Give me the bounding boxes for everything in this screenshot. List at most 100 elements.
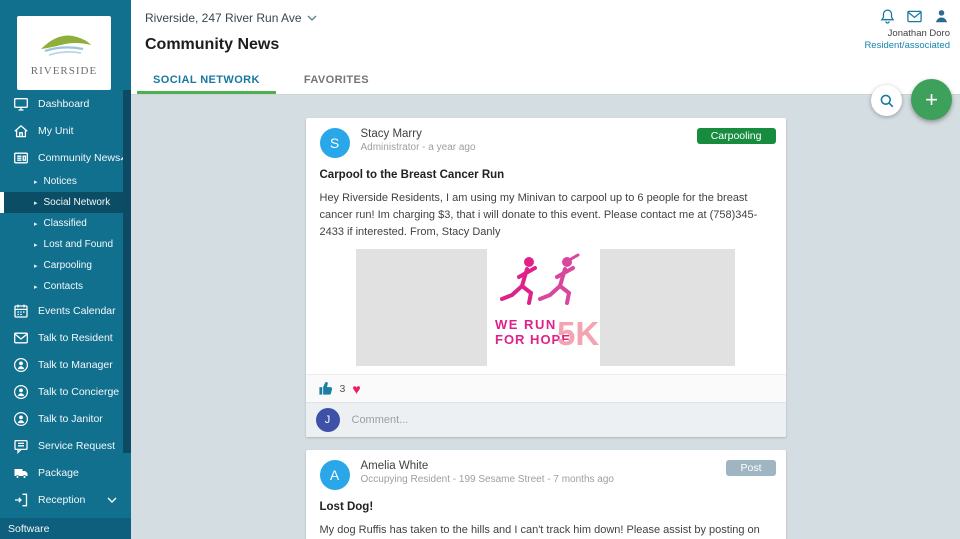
main-area: Riverside, 247 River Run Ave Community N… xyxy=(131,0,960,539)
add-post-button[interactable]: + xyxy=(911,79,952,120)
posts-feed: S Stacy Marry Administrator - a year ago… xyxy=(305,118,786,539)
sidebar-subitem-classified[interactable]: ▸ Classified xyxy=(0,213,131,234)
app-window: RIVERSIDE Dashboard My Unit Community Ne… xyxy=(0,0,960,539)
sidebar-item-service-request[interactable]: Service Request xyxy=(0,432,131,459)
sidebar-subitem-label: Carpooling xyxy=(43,260,92,271)
post-author: Stacy Marry xyxy=(360,128,422,140)
sidebar-item-package[interactable]: Package xyxy=(0,459,131,486)
content-area: S Stacy Marry Administrator - a year ago… xyxy=(131,96,960,539)
sidebar-scrollbar-thumb[interactable] xyxy=(123,90,131,453)
current-user-avatar: J xyxy=(315,408,340,433)
sidebar-item-reception[interactable]: Reception xyxy=(0,486,131,513)
user-cluster: Jonathan Doro Resident/associated xyxy=(864,8,950,51)
user-profile-icon[interactable] xyxy=(933,8,950,25)
riverside-logo[interactable]: RIVERSIDE xyxy=(17,16,111,90)
post-body: My dog Ruffis has taken to the hills and… xyxy=(319,524,760,537)
sidebar-item-label: Talk to Janitor xyxy=(38,412,103,425)
post-reactions: 3 ♥ xyxy=(305,374,786,403)
user-role[interactable]: Resident/associated xyxy=(864,40,950,51)
plus-icon: + xyxy=(925,86,938,112)
avatar[interactable]: A xyxy=(319,460,350,491)
post-title: Carpool to the Breast Cancer Run xyxy=(319,169,505,181)
sidebar-item-label: Talk to Resident xyxy=(38,331,113,344)
sidebar-item-label: My Unit xyxy=(38,124,74,137)
riverside-logo-graphic xyxy=(41,35,91,56)
sidebar-item-label: Service Request xyxy=(38,439,116,452)
post-header: A Amelia White Occupying Resident - 199 … xyxy=(306,450,786,491)
post-image-placeholder xyxy=(600,249,735,367)
post-image-5k-run[interactable]: WE RUN FOR HOPE 5K xyxy=(487,249,600,367)
sidebar-subitem-social-network[interactable]: ▸ Social Network xyxy=(0,192,131,213)
triangle-right-icon: ▸ xyxy=(34,262,38,270)
triangle-right-icon: ▸ xyxy=(34,178,38,186)
person-circle-icon xyxy=(13,357,29,373)
person-circle-icon xyxy=(13,384,29,400)
notifications-bell-icon[interactable] xyxy=(879,8,896,25)
sidebar-menu: Dashboard My Unit Community News ▸ Notic… xyxy=(0,90,131,513)
post-card: A Amelia White Occupying Resident - 199 … xyxy=(305,450,786,539)
triangle-right-icon: ▸ xyxy=(34,241,38,249)
messages-mail-icon[interactable] xyxy=(906,8,923,25)
sidebar-subitem-contacts[interactable]: ▸ Contacts xyxy=(0,276,131,297)
like-count: 3 xyxy=(339,382,346,395)
chat-document-icon xyxy=(13,438,29,454)
post-category-badge: Carpooling xyxy=(696,128,776,144)
sidebar-item-label: Dashboard xyxy=(38,97,90,110)
sidebar-subitem-label: Notices xyxy=(43,176,77,187)
tab-social-network[interactable]: SOCIAL NETWORK xyxy=(131,66,282,94)
comment-bar: J xyxy=(305,402,786,438)
sidebar-subitem-label: Classified xyxy=(43,218,87,229)
sidebar-item-talk-to-concierge[interactable]: Talk to Concierge xyxy=(0,378,131,405)
sidebar: RIVERSIDE Dashboard My Unit Community Ne… xyxy=(0,0,131,539)
triangle-right-icon: ▸ xyxy=(34,283,38,291)
we-run-5k-graphic: WE RUN FOR HOPE 5K xyxy=(495,253,599,352)
property-selector[interactable]: Riverside, 247 River Run Ave xyxy=(145,11,317,25)
sidebar-item-talk-to-resident[interactable]: Talk to Resident xyxy=(0,324,131,351)
logo-text: RIVERSIDE xyxy=(30,65,98,77)
calendar-icon xyxy=(13,303,29,319)
sidebar-subitem-label: Social Network xyxy=(43,197,111,208)
heart-icon[interactable]: ♥ xyxy=(352,382,360,396)
property-selector-label: Riverside, 247 River Run Ave xyxy=(145,11,302,25)
triangle-right-icon: ▸ xyxy=(34,220,38,228)
graphic-5k: 5K xyxy=(557,315,599,352)
page-title: Community News xyxy=(145,36,280,53)
sidebar-subitem-label: Contacts xyxy=(43,281,83,292)
sidebar-subitem-notices[interactable]: ▸ Notices xyxy=(0,171,131,192)
post-meta: Occupying Resident - 199 Sesame Street -… xyxy=(360,474,614,486)
person-circle-icon xyxy=(13,411,29,427)
truck-icon xyxy=(13,465,29,481)
search-icon xyxy=(880,94,893,107)
sidebar-item-dashboard[interactable]: Dashboard xyxy=(0,90,131,117)
search-button[interactable] xyxy=(871,85,902,116)
thumbs-up-icon[interactable] xyxy=(318,381,333,396)
post-title: Lost Dog! xyxy=(319,501,374,514)
sidebar-subitem-lost-and-found[interactable]: ▸ Lost and Found xyxy=(0,234,131,255)
sidebar-subitem-carpooling[interactable]: ▸ Carpooling xyxy=(0,255,131,276)
post-category-badge: Post xyxy=(726,460,776,477)
sidebar-item-my-unit[interactable]: My Unit xyxy=(0,117,131,144)
sidebar-item-talk-to-manager[interactable]: Talk to Manager xyxy=(0,351,131,378)
tab-favorites[interactable]: FAVORITES xyxy=(282,66,391,94)
post-author: Amelia White xyxy=(360,460,429,473)
sidebar-item-talk-to-janitor[interactable]: Talk to Janitor xyxy=(0,405,131,432)
comment-input[interactable] xyxy=(351,414,732,427)
sidebar-item-events-calendar[interactable]: Events Calendar xyxy=(0,297,131,324)
envelope-icon xyxy=(13,330,29,346)
sidebar-item-label: Events Calendar xyxy=(38,304,116,317)
main-header: Riverside, 247 River Run Ave Community N… xyxy=(131,0,960,95)
post-images: WE RUN FOR HOPE 5K xyxy=(306,249,786,367)
sidebar-item-community-news[interactable]: Community News xyxy=(0,144,131,171)
chevron-down-icon xyxy=(107,497,117,503)
monitor-icon xyxy=(13,96,29,112)
newspaper-icon xyxy=(13,150,29,166)
post-image-placeholder xyxy=(356,249,487,367)
chevron-down-icon xyxy=(307,15,317,21)
sidebar-item-label: Talk to Manager xyxy=(38,358,113,371)
sidebar-item-label: Package xyxy=(38,466,79,479)
avatar[interactable]: S xyxy=(319,128,350,158)
post-card: S Stacy Marry Administrator - a year ago… xyxy=(305,118,786,438)
user-name: Jonathan Doro xyxy=(887,28,950,39)
sidebar-item-label: Community News xyxy=(38,151,121,164)
door-exit-icon xyxy=(13,492,29,508)
